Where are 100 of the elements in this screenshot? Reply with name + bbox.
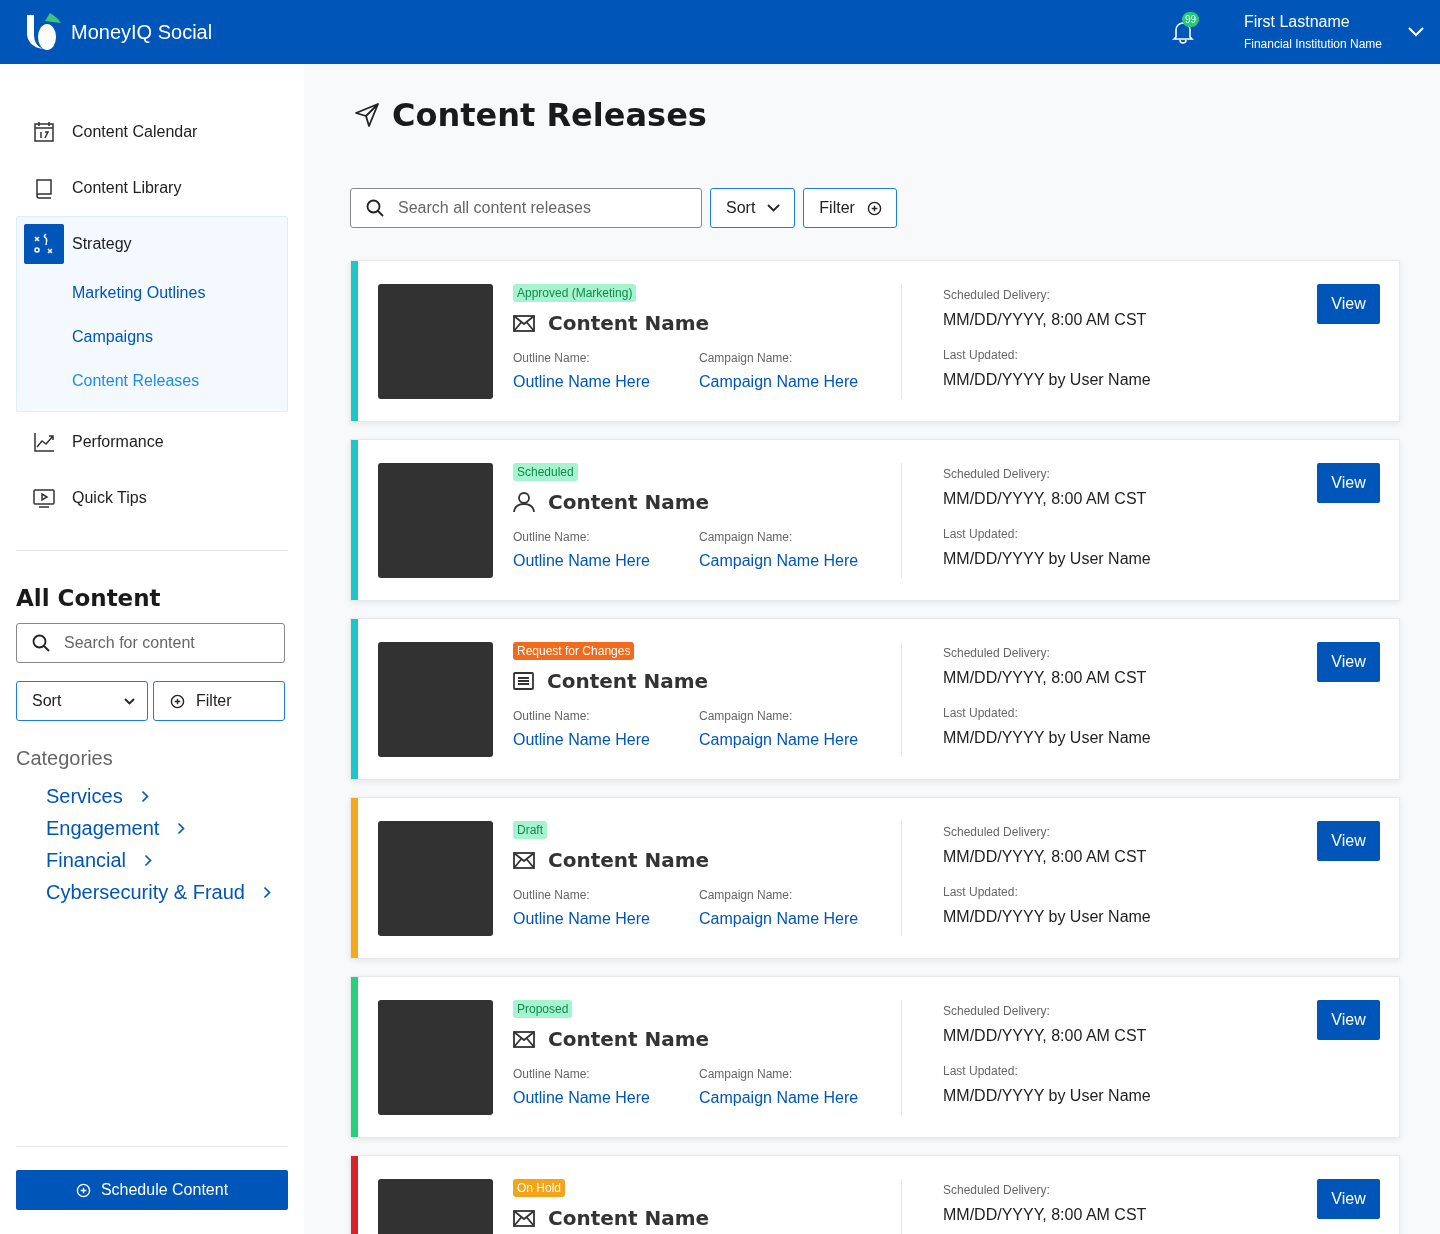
- campaign-link[interactable]: Campaign Name Here: [699, 373, 885, 391]
- view-button[interactable]: View: [1317, 1000, 1380, 1040]
- outline-link[interactable]: Outline Name Here: [513, 731, 699, 749]
- content-name: Content Name: [548, 311, 710, 335]
- last-updated: MM/DD/YYYY by User Name: [943, 908, 1152, 926]
- chevron-right-icon: [177, 821, 186, 835]
- envelope-icon: [513, 1030, 535, 1048]
- envelope-icon: [513, 851, 535, 869]
- view-button[interactable]: View: [1317, 284, 1380, 324]
- schedule-content-button[interactable]: Schedule Content: [16, 1170, 288, 1210]
- delivery-time: MM/DD/YYYY, 8:00 AM CST: [943, 848, 1148, 866]
- last-updated: MM/DD/YYYY by User Name: [943, 729, 1152, 747]
- page-title: Content Releases: [392, 96, 707, 134]
- notification-count: 99: [1181, 12, 1200, 27]
- nav-item[interactable]: Content Calendar: [16, 104, 288, 160]
- field-label: Scheduled Delivery:: [943, 467, 1051, 481]
- field-label: Scheduled Delivery:: [943, 1004, 1051, 1018]
- nav-item[interactable]: Content Library: [16, 160, 288, 216]
- strategy-icon: [24, 224, 64, 264]
- chevron-right-icon: [140, 789, 149, 803]
- field-label: Outline Name:: [513, 530, 591, 544]
- categories-heading: Categories: [16, 747, 114, 770]
- app-name: MoneyIQ Social: [71, 20, 213, 44]
- field-label: Campaign Name:: [699, 1067, 794, 1081]
- field-label: Campaign Name:: [699, 888, 794, 902]
- nav-subitem[interactable]: Campaigns: [17, 315, 153, 359]
- plus-circle-icon: [170, 693, 185, 709]
- line-chart-icon: [32, 430, 56, 454]
- search-field[interactable]: Search for content: [16, 623, 285, 663]
- view-button[interactable]: View: [1317, 821, 1380, 861]
- outline-link[interactable]: Outline Name Here: [513, 552, 699, 570]
- user-name: First Lastname: [1243, 13, 1351, 31]
- nav-item[interactable]: Strategy: [17, 217, 140, 271]
- chevron-down-icon: [1408, 27, 1424, 37]
- category-link[interactable]: Cybersecurity & Fraud: [46, 878, 288, 906]
- content-name: Content Name: [547, 669, 709, 693]
- status-badge: On Hold: [513, 1179, 566, 1197]
- paper-plane-icon: [354, 102, 380, 128]
- campaign-link[interactable]: Campaign Name Here: [699, 731, 885, 749]
- field-label: Outline Name:: [513, 1067, 591, 1081]
- status-badge: Draft: [513, 821, 547, 839]
- sort-dropdown[interactable]: Sort: [16, 681, 148, 721]
- field-label: Last Updated:: [943, 527, 1019, 541]
- field-label: Scheduled Delivery:: [943, 646, 1051, 660]
- view-button[interactable]: View: [1317, 1179, 1380, 1219]
- chevron-down-icon: [124, 697, 135, 705]
- field-label: Last Updated:: [943, 1064, 1019, 1078]
- person-icon: [513, 491, 535, 513]
- content-name: Content Name: [548, 490, 710, 514]
- document-icon: [513, 672, 534, 690]
- last-updated: MM/DD/YYYY by User Name: [943, 1087, 1152, 1105]
- filter-button[interactable]: Filter: [803, 188, 897, 228]
- delivery-time: MM/DD/YYYY, 8:00 AM CST: [943, 1206, 1148, 1224]
- content-name: Content Name: [548, 848, 710, 872]
- campaign-link[interactable]: Campaign Name Here: [699, 1089, 885, 1107]
- account-menu-button[interactable]: [1408, 27, 1424, 37]
- nav-item[interactable]: Quick Tips: [16, 470, 288, 526]
- last-updated: MM/DD/YYYY by User Name: [943, 550, 1152, 568]
- chevron-right-icon: [144, 853, 153, 867]
- field-label: Scheduled Delivery:: [943, 1183, 1051, 1197]
- nav-item[interactable]: Performance: [16, 414, 288, 470]
- chevron-down-icon: [767, 204, 781, 212]
- outline-link[interactable]: Outline Name Here: [513, 373, 699, 391]
- status-badge: Proposed: [513, 1000, 573, 1018]
- last-updated: MM/DD/YYYY by User Name: [943, 371, 1152, 389]
- status-badge: Approved (Marketing): [513, 284, 637, 302]
- view-button[interactable]: View: [1317, 642, 1380, 682]
- plus-circle-icon: [866, 200, 882, 216]
- field-label: Last Updated:: [943, 706, 1019, 720]
- delivery-time: MM/DD/YYYY, 8:00 AM CST: [943, 669, 1148, 687]
- campaign-link[interactable]: Campaign Name Here: [699, 552, 885, 570]
- nav-subitem[interactable]: Marketing Outlines: [17, 271, 206, 315]
- section-title: All Content: [16, 585, 162, 611]
- category-link[interactable]: Engagement: [46, 814, 288, 842]
- calendar-icon: [32, 120, 56, 144]
- category-link[interactable]: Financial: [46, 846, 288, 874]
- chevron-right-icon: [262, 885, 271, 899]
- field-label: Scheduled Delivery:: [943, 288, 1051, 302]
- sort-dropdown[interactable]: Sort: [710, 188, 796, 228]
- envelope-icon: [513, 314, 535, 332]
- envelope-icon: [513, 1209, 535, 1227]
- status-badge: Scheduled: [513, 463, 578, 481]
- delivery-time: MM/DD/YYYY, 8:00 AM CST: [943, 490, 1148, 508]
- field-label: Campaign Name:: [699, 709, 794, 723]
- delivery-time: MM/DD/YYYY, 8:00 AM CST: [943, 1027, 1148, 1045]
- content-name: Content Name: [548, 1027, 710, 1051]
- view-button[interactable]: View: [1317, 463, 1380, 503]
- logo-icon: [25, 13, 63, 51]
- field-label: Last Updated:: [943, 348, 1019, 362]
- outline-link[interactable]: Outline Name Here: [513, 910, 699, 928]
- status-badge: Request for Changes: [513, 642, 635, 660]
- category-link[interactable]: Services: [46, 782, 288, 810]
- field-label: Campaign Name:: [699, 530, 794, 544]
- content-name: Content Name: [548, 1206, 710, 1230]
- outline-link[interactable]: Outline Name Here: [513, 1089, 699, 1107]
- field-label: Campaign Name:: [699, 351, 794, 365]
- filter-button[interactable]: Filter: [153, 681, 285, 721]
- campaign-link[interactable]: Campaign Name Here: [699, 910, 885, 928]
- search-field[interactable]: Search all content releases: [350, 188, 702, 228]
- field-label: Outline Name:: [513, 888, 591, 902]
